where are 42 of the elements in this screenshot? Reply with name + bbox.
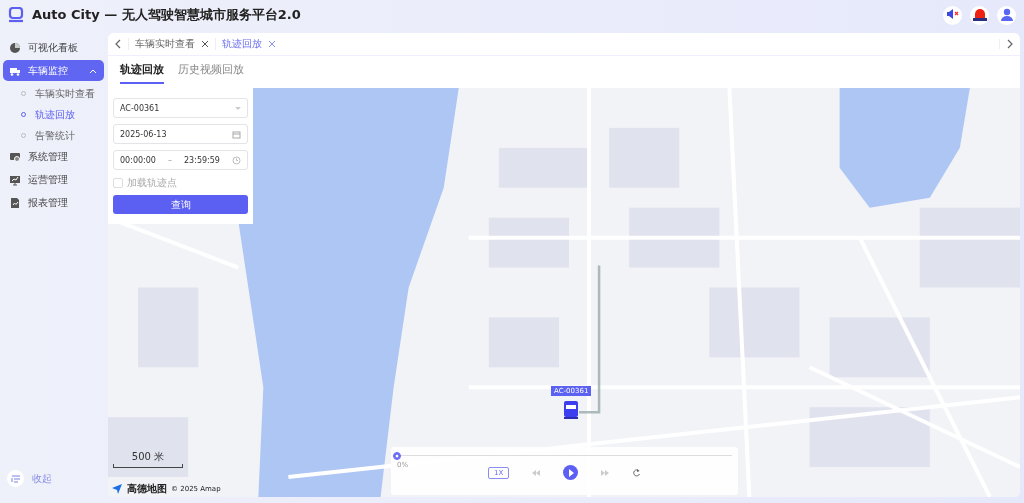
play-button[interactable] bbox=[563, 465, 579, 480]
sidebar-subitem[interactable]: 告警统计 bbox=[3, 125, 104, 146]
map-logo-text: 高德地图 bbox=[127, 482, 167, 496]
user-icon bbox=[998, 7, 1015, 23]
bus-logo-icon bbox=[8, 7, 24, 23]
sidebar-subitem[interactable]: 轨迹回放 bbox=[3, 104, 104, 125]
page-tab[interactable]: 历史视频回放 bbox=[178, 56, 244, 84]
scale-bar bbox=[113, 464, 183, 468]
sidebar-item[interactable]: 运营管理 bbox=[3, 169, 104, 190]
dropdown-icon bbox=[235, 106, 241, 110]
query-button[interactable]: 查询 bbox=[113, 195, 248, 214]
sidebar-item[interactable]: 车辆监控 bbox=[3, 60, 104, 81]
sidebar-item[interactable]: 系统管理 bbox=[3, 146, 104, 167]
mute-speaker-button[interactable] bbox=[943, 5, 962, 25]
collapse-icon bbox=[10, 473, 21, 484]
app-title: Auto City — 无人驾驶智慧城市服务平台2.0 bbox=[32, 6, 301, 24]
monitor-gear-icon bbox=[9, 150, 21, 163]
tab[interactable]: 车辆实时查看 bbox=[128, 38, 215, 50]
replay-icon[interactable] bbox=[632, 468, 642, 477]
alarm-light-icon bbox=[971, 7, 988, 23]
pie-chart-icon bbox=[9, 41, 21, 54]
scale-label: 500 米 bbox=[131, 450, 165, 464]
sidebar-subitem[interactable]: 车辆实时查看 bbox=[3, 83, 104, 104]
vehicle-select[interactable]: AC-00361 bbox=[113, 98, 248, 118]
chevron-right-icon[interactable] bbox=[1006, 39, 1014, 49]
date-field[interactable]: 2025-06-13 bbox=[113, 124, 248, 144]
alarm-light-button[interactable] bbox=[970, 5, 989, 25]
user-button[interactable] bbox=[997, 5, 1016, 25]
calendar-icon bbox=[232, 129, 241, 139]
document-icon bbox=[9, 196, 21, 209]
map-logo-icon bbox=[111, 483, 123, 495]
sidebar-item[interactable]: 报表管理 bbox=[3, 192, 104, 213]
sidebar-item[interactable]: 可视化看板 bbox=[3, 37, 104, 58]
bus-icon bbox=[563, 400, 580, 420]
chart-board-icon bbox=[9, 173, 21, 186]
close-icon[interactable] bbox=[201, 40, 209, 48]
chevron-left-icon[interactable] bbox=[114, 39, 122, 49]
tab[interactable]: 轨迹回放 bbox=[215, 38, 282, 50]
clock-icon bbox=[231, 155, 241, 165]
play-icon bbox=[567, 468, 574, 477]
time-range-field[interactable]: 00:00:00 – 23:59:59 bbox=[113, 150, 248, 170]
page-tab[interactable]: 轨迹回放 bbox=[120, 56, 164, 84]
